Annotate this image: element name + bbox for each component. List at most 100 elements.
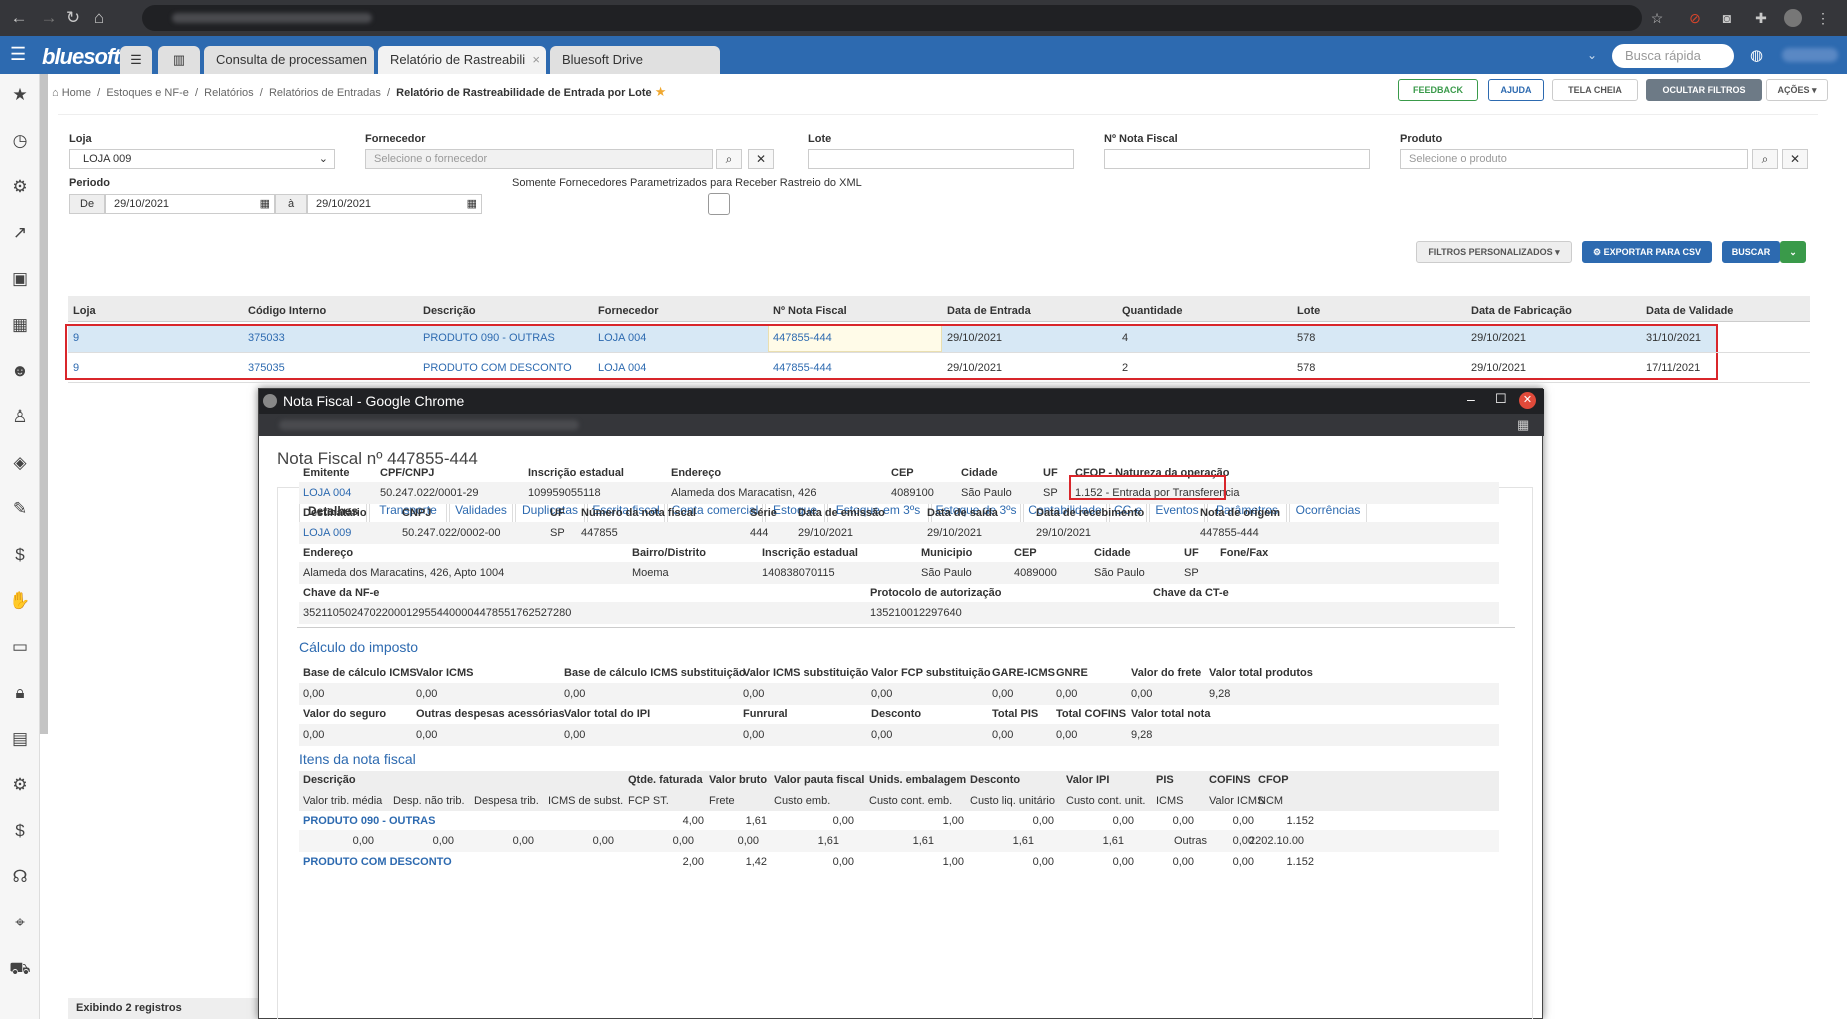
column-header[interactable]: Data de Fabricação: [1466, 300, 1572, 322]
column-header[interactable]: Fornecedor: [593, 300, 659, 322]
profile-avatar[interactable]: [1784, 9, 1802, 27]
loja-select[interactable]: LOJA 009 ⌄: [69, 149, 335, 169]
table-cell[interactable]: LOJA 004: [593, 324, 646, 352]
building-icon[interactable]: ▤: [9, 728, 31, 750]
breadcrumb-home[interactable]: Home: [62, 87, 91, 99]
table-cell[interactable]: 447855-444: [768, 324, 832, 352]
table-cell[interactable]: LOJA 004: [593, 354, 646, 382]
table-cell[interactable]: PRODUTO 090 - OUTRAS: [418, 324, 555, 352]
dest-value[interactable]: LOJA 009: [303, 527, 351, 539]
extension-icon[interactable]: ⊘: [1686, 9, 1704, 27]
column-header[interactable]: Nº Nota Fiscal: [768, 300, 847, 322]
item2a-cell[interactable]: PRODUTO COM DESCONTO: [303, 856, 452, 868]
close-icon[interactable]: ×: [532, 46, 540, 74]
minimize-icon[interactable]: –: [1467, 391, 1475, 407]
cart-icon[interactable]: ⛟: [9, 958, 31, 980]
date-to-input[interactable]: 29/10/2021 ▦: [307, 194, 482, 214]
address-bar[interactable]: [142, 5, 1642, 31]
handshake-icon[interactable]: ✋: [9, 590, 31, 612]
search-dropdown-button[interactable]: ⌄: [1780, 241, 1806, 263]
star-icon[interactable]: ★: [9, 84, 31, 106]
briefcase-icon[interactable]: ▣: [9, 268, 31, 290]
emit-value[interactable]: LOJA 004: [303, 487, 351, 499]
fullscreen-button[interactable]: TELA CHEIA: [1552, 79, 1638, 101]
clock-icon[interactable]: ◷: [9, 130, 31, 152]
calendar-icon[interactable]: ▦: [467, 195, 477, 213]
lock-icon[interactable]: 🔒︎: [9, 682, 31, 704]
export-csv-button[interactable]: ⚙ EXPORTAR PARA CSV: [1582, 241, 1712, 263]
column-header[interactable]: Código Interno: [243, 300, 326, 322]
quick-search-input[interactable]: Busca rápida: [1612, 44, 1734, 68]
bookmark-star-icon[interactable]: ☆: [1648, 9, 1666, 27]
chevron-down-icon[interactable]: ⌄: [1587, 48, 1597, 62]
money-icon[interactable]: ▭: [9, 636, 31, 658]
search-icon[interactable]: ⌕: [716, 149, 742, 169]
home-icon[interactable]: ⌂: [88, 7, 110, 29]
tab-relatorio[interactable]: Relatório de Rastreabili ×: [378, 46, 546, 74]
item1a-cell[interactable]: PRODUTO 090 - OUTRAS: [303, 815, 435, 827]
users-icon[interactable]: ☻: [9, 360, 31, 382]
table-cell[interactable]: 9: [68, 354, 79, 382]
user-name[interactable]: [1782, 48, 1838, 62]
column-header[interactable]: Lote: [1292, 300, 1320, 322]
tab-consulta[interactable]: Consulta de processamen: [204, 46, 374, 74]
feedback-button[interactable]: FEEDBACK: [1398, 79, 1478, 101]
chart-icon[interactable]: ▥: [158, 46, 200, 74]
nf-input[interactable]: [1104, 149, 1370, 169]
table-cell[interactable]: 9: [68, 324, 79, 352]
clear-icon[interactable]: ✕: [748, 149, 774, 169]
clear-icon[interactable]: ✕: [1782, 149, 1808, 169]
maximize-icon[interactable]: ☐: [1495, 391, 1507, 407]
reload-icon[interactable]: ↻: [62, 7, 84, 29]
home-icon[interactable]: ⌂: [52, 87, 62, 99]
calendar-icon[interactable]: ▦: [260, 195, 270, 213]
search-button[interactable]: BUSCAR: [1722, 241, 1780, 263]
table-cell[interactable]: 375033: [243, 324, 285, 352]
somente-checkbox[interactable]: [708, 193, 730, 215]
calculator-icon[interactable]: ▦: [9, 314, 31, 336]
hamburger-icon[interactable]: ☰: [10, 44, 26, 65]
list-icon[interactable]: ☰: [120, 46, 152, 74]
map-icon[interactable]: ⌖: [9, 912, 31, 934]
boxes-icon[interactable]: ◈: [9, 452, 31, 474]
headset-icon[interactable]: ☊: [9, 866, 31, 888]
cogs-icon[interactable]: ⚙: [9, 774, 31, 796]
close-icon[interactable]: ✕: [1519, 392, 1536, 409]
breadcrumb-item[interactable]: Relatórios: [204, 87, 254, 99]
breadcrumb-item[interactable]: Estoques e NF-e: [106, 87, 189, 99]
qr-icon[interactable]: ▦: [1517, 417, 1529, 433]
column-header[interactable]: Quantidade: [1117, 300, 1183, 322]
person-icon[interactable]: ♙: [9, 406, 31, 428]
produto-input[interactable]: Selecione o produto: [1400, 149, 1748, 169]
puzzle-icon[interactable]: ✚: [1752, 9, 1770, 27]
table-cell[interactable]: 375035: [243, 354, 285, 382]
globe-icon[interactable]: ◍: [1750, 46, 1763, 64]
breadcrumb-item[interactable]: Relatórios de Entradas: [269, 87, 381, 99]
table-cell[interactable]: 447855-444: [768, 354, 832, 382]
tab-drive[interactable]: Bluesoft Drive: [550, 46, 720, 74]
wrench-icon[interactable]: ✎: [9, 498, 31, 520]
back-icon[interactable]: ←: [8, 7, 30, 29]
column-header[interactable]: Descrição: [418, 300, 476, 322]
forward-icon[interactable]: →: [38, 7, 60, 29]
lote-input[interactable]: [808, 149, 1074, 169]
search-icon[interactable]: ⌕: [1752, 149, 1778, 169]
help-button[interactable]: AJUDA: [1488, 79, 1544, 101]
actions-button[interactable]: AÇÕES ▾: [1766, 79, 1828, 101]
dollar-icon[interactable]: $: [9, 544, 31, 566]
hide-filters-button[interactable]: OCULTAR FILTROS: [1646, 79, 1762, 101]
column-header[interactable]: Data de Entrada: [942, 300, 1031, 322]
gear-icon[interactable]: ⚙: [9, 176, 31, 198]
date-from-input[interactable]: 29/10/2021 ▦: [105, 194, 275, 214]
custom-filters-button[interactable]: FILTROS PERSONALIZADOS ▾: [1416, 241, 1572, 263]
column-header[interactable]: Data de Validade: [1641, 300, 1733, 322]
favorite-star-icon[interactable]: ★: [655, 84, 667, 99]
table-cell[interactable]: PRODUTO COM DESCONTO: [418, 354, 572, 382]
column-header[interactable]: Loja: [68, 300, 96, 322]
camera-icon[interactable]: ◙: [1718, 9, 1736, 27]
scrollbar[interactable]: [40, 74, 48, 734]
trend-icon[interactable]: ↗: [9, 222, 31, 244]
dollar-icon[interactable]: $: [9, 820, 31, 842]
fornecedor-input[interactable]: Selecione o fornecedor: [365, 149, 713, 169]
menu-icon[interactable]: ⋮: [1814, 9, 1832, 27]
